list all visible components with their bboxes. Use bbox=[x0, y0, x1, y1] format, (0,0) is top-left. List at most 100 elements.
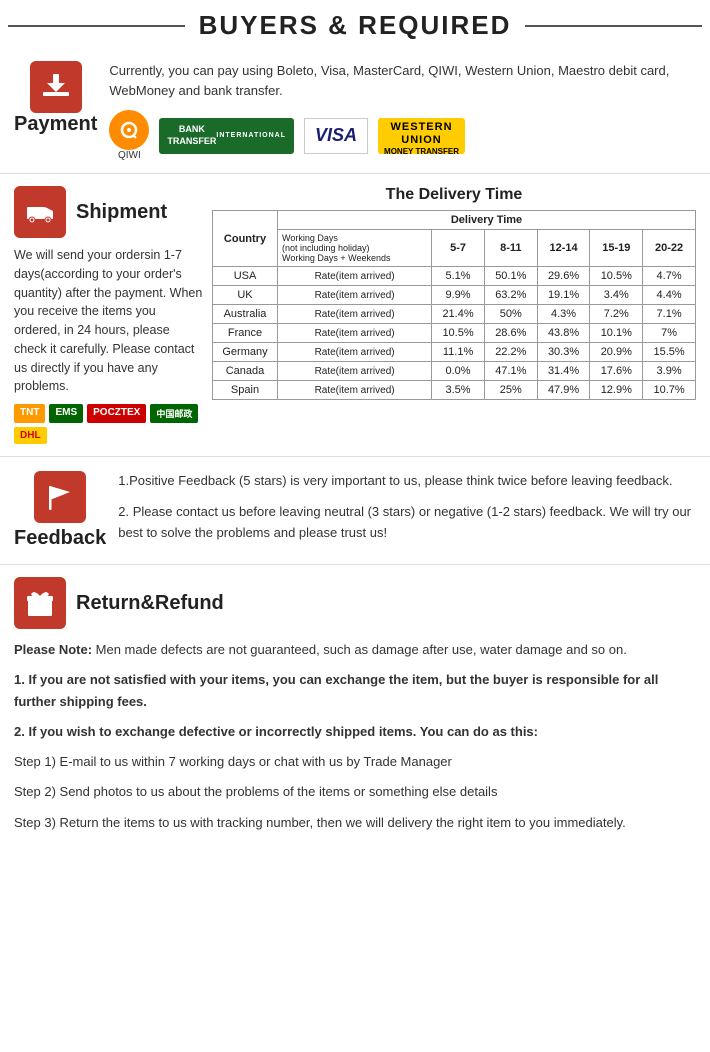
feedback-text: 1.Positive Feedback (5 stars) is very im… bbox=[118, 471, 696, 543]
col-delivery-time: Delivery Time bbox=[278, 211, 696, 230]
cell-c4: 7.2% bbox=[590, 305, 643, 324]
cell-c5: 3.9% bbox=[643, 362, 696, 381]
cell-c5: 10.7% bbox=[643, 381, 696, 400]
qiwi-label: QIWI bbox=[118, 150, 141, 161]
col-15-19: 15-19 bbox=[590, 230, 643, 267]
return-icon bbox=[14, 577, 66, 629]
qiwi-logo-wrap: QIWI bbox=[109, 110, 149, 161]
cell-c3: 29.6% bbox=[537, 267, 590, 286]
cell-c2: 63.2% bbox=[484, 286, 537, 305]
cell-c1: 21.4% bbox=[432, 305, 485, 324]
cell-c1: 0.0% bbox=[432, 362, 485, 381]
cell-c4: 10.5% bbox=[590, 267, 643, 286]
feedback-icon bbox=[34, 471, 86, 523]
header-line-left bbox=[8, 25, 185, 27]
feedback-point-1: 1.Positive Feedback (5 stars) is very im… bbox=[118, 471, 696, 492]
carrier-logos: TNT EMS POCZTEX 中国邮政 DHL bbox=[14, 404, 204, 444]
return-note-bold: Please Note: bbox=[14, 642, 92, 657]
return-step-2: Step 2) Send photos to us about the prob… bbox=[14, 781, 696, 803]
feedback-body: Feedback 1.Positive Feedback (5 stars) i… bbox=[14, 471, 696, 550]
payment-icon bbox=[30, 61, 82, 113]
return-note-text: Men made defects are not guaranteed, suc… bbox=[92, 642, 627, 657]
cell-c1: 3.5% bbox=[432, 381, 485, 400]
cell-c2: 50% bbox=[484, 305, 537, 324]
delivery-table: Country Delivery Time Working Days(not i… bbox=[212, 210, 696, 400]
payment-title: Payment bbox=[14, 113, 97, 136]
cell-c2: 25% bbox=[484, 381, 537, 400]
cell-country: UK bbox=[213, 286, 278, 305]
feedback-icon-wrap: Feedback bbox=[14, 471, 106, 550]
return-step-1: Step 1) E-mail to us within 7 working da… bbox=[14, 751, 696, 773]
cell-c5: 15.5% bbox=[643, 343, 696, 362]
col-5-7: 5-7 bbox=[432, 230, 485, 267]
cell-c4: 3.4% bbox=[590, 286, 643, 305]
page-header: BUYERS & REQUIRED bbox=[8, 10, 702, 41]
feedback-title: Feedback bbox=[14, 527, 106, 550]
cell-country: Spain bbox=[213, 381, 278, 400]
table-row: Germany Rate(item arrived) 11.1% 22.2% 3… bbox=[213, 343, 696, 362]
table-row: UK Rate(item arrived) 9.9% 63.2% 19.1% 3… bbox=[213, 286, 696, 305]
return-body: Please Note: Men made defects are not gu… bbox=[14, 639, 696, 834]
cell-c1: 11.1% bbox=[432, 343, 485, 362]
cell-c2: 28.6% bbox=[484, 324, 537, 343]
cell-c1: 9.9% bbox=[432, 286, 485, 305]
header-line-right bbox=[525, 25, 702, 27]
cell-c5: 4.4% bbox=[643, 286, 696, 305]
cell-c3: 43.8% bbox=[537, 324, 590, 343]
payment-logos: QIWI BANKTRANSFERINTERNATIONAL VISA WEST… bbox=[109, 110, 696, 161]
return-point2: 2. If you wish to exchange defective or … bbox=[14, 721, 696, 743]
return-refund-section: Return&Refund Please Note: Men made defe… bbox=[0, 565, 710, 854]
cell-c4: 20.9% bbox=[590, 343, 643, 362]
cell-c2: 47.1% bbox=[484, 362, 537, 381]
cell-rate-label: Rate(item arrived) bbox=[278, 362, 432, 381]
col-country: Country bbox=[213, 211, 278, 267]
return-note: Please Note: Men made defects are not gu… bbox=[14, 639, 696, 661]
table-row: Spain Rate(item arrived) 3.5% 25% 47.9% … bbox=[213, 381, 696, 400]
cell-c3: 31.4% bbox=[537, 362, 590, 381]
return-point1-bold: 1. If you are not satisfied with your it… bbox=[14, 672, 658, 709]
cell-c3: 30.3% bbox=[537, 343, 590, 362]
shipment-section: Shipment We will send your ordersin 1-7 … bbox=[0, 174, 710, 457]
cell-c3: 47.9% bbox=[537, 381, 590, 400]
table-row: USA Rate(item arrived) 5.1% 50.1% 29.6% … bbox=[213, 267, 696, 286]
col-20-22: 20-22 bbox=[643, 230, 696, 267]
tnt-carrier: TNT bbox=[14, 404, 45, 423]
return-point2-bold: 2. If you wish to exchange defective or … bbox=[14, 724, 538, 739]
cell-c5: 7.1% bbox=[643, 305, 696, 324]
visa-logo: VISA bbox=[304, 118, 368, 154]
shipment-description: We will send your ordersin 1-7 days(acco… bbox=[14, 246, 204, 396]
cell-country: USA bbox=[213, 267, 278, 286]
table-header-row-1: Country Delivery Time bbox=[213, 211, 696, 230]
col-12-14: 12-14 bbox=[537, 230, 590, 267]
cell-c5: 7% bbox=[643, 324, 696, 343]
qiwi-logo bbox=[109, 110, 149, 150]
payment-description: Currently, you can pay using Boleto, Vis… bbox=[109, 61, 696, 100]
cell-c1: 5.1% bbox=[432, 267, 485, 286]
bank-transfer-logo: BANKTRANSFERINTERNATIONAL bbox=[159, 118, 294, 154]
delivery-title: The Delivery Time bbox=[212, 186, 696, 204]
shipment-icon bbox=[14, 186, 66, 238]
cell-c3: 19.1% bbox=[537, 286, 590, 305]
feedback-point-2: 2. Please contact us before leaving neut… bbox=[118, 502, 696, 544]
cell-country: Germany bbox=[213, 343, 278, 362]
cell-c4: 12.9% bbox=[590, 381, 643, 400]
cell-rate-label: Rate(item arrived) bbox=[278, 381, 432, 400]
cell-rate-label: Rate(item arrived) bbox=[278, 267, 432, 286]
return-step-3: Step 3) Return the items to us with trac… bbox=[14, 812, 696, 834]
cell-rate-label: Rate(item arrived) bbox=[278, 305, 432, 324]
cell-c3: 4.3% bbox=[537, 305, 590, 324]
cell-c4: 10.1% bbox=[590, 324, 643, 343]
cell-c1: 10.5% bbox=[432, 324, 485, 343]
pocztex-carrier: POCZTEX bbox=[87, 404, 146, 423]
ems-carrier: EMS bbox=[49, 404, 83, 423]
dhl-carrier: DHL bbox=[14, 427, 47, 444]
payment-section: Payment Currently, you can pay using Bol… bbox=[0, 49, 710, 174]
cell-c4: 17.6% bbox=[590, 362, 643, 381]
cell-rate-label: Rate(item arrived) bbox=[278, 324, 432, 343]
cell-c5: 4.7% bbox=[643, 267, 696, 286]
feedback-section: Feedback 1.Positive Feedback (5 stars) i… bbox=[0, 457, 710, 565]
cell-c2: 50.1% bbox=[484, 267, 537, 286]
table-row: France Rate(item arrived) 10.5% 28.6% 43… bbox=[213, 324, 696, 343]
table-row: Canada Rate(item arrived) 0.0% 47.1% 31.… bbox=[213, 362, 696, 381]
col-working-days: Working Days(not including holiday)Worki… bbox=[278, 230, 432, 267]
